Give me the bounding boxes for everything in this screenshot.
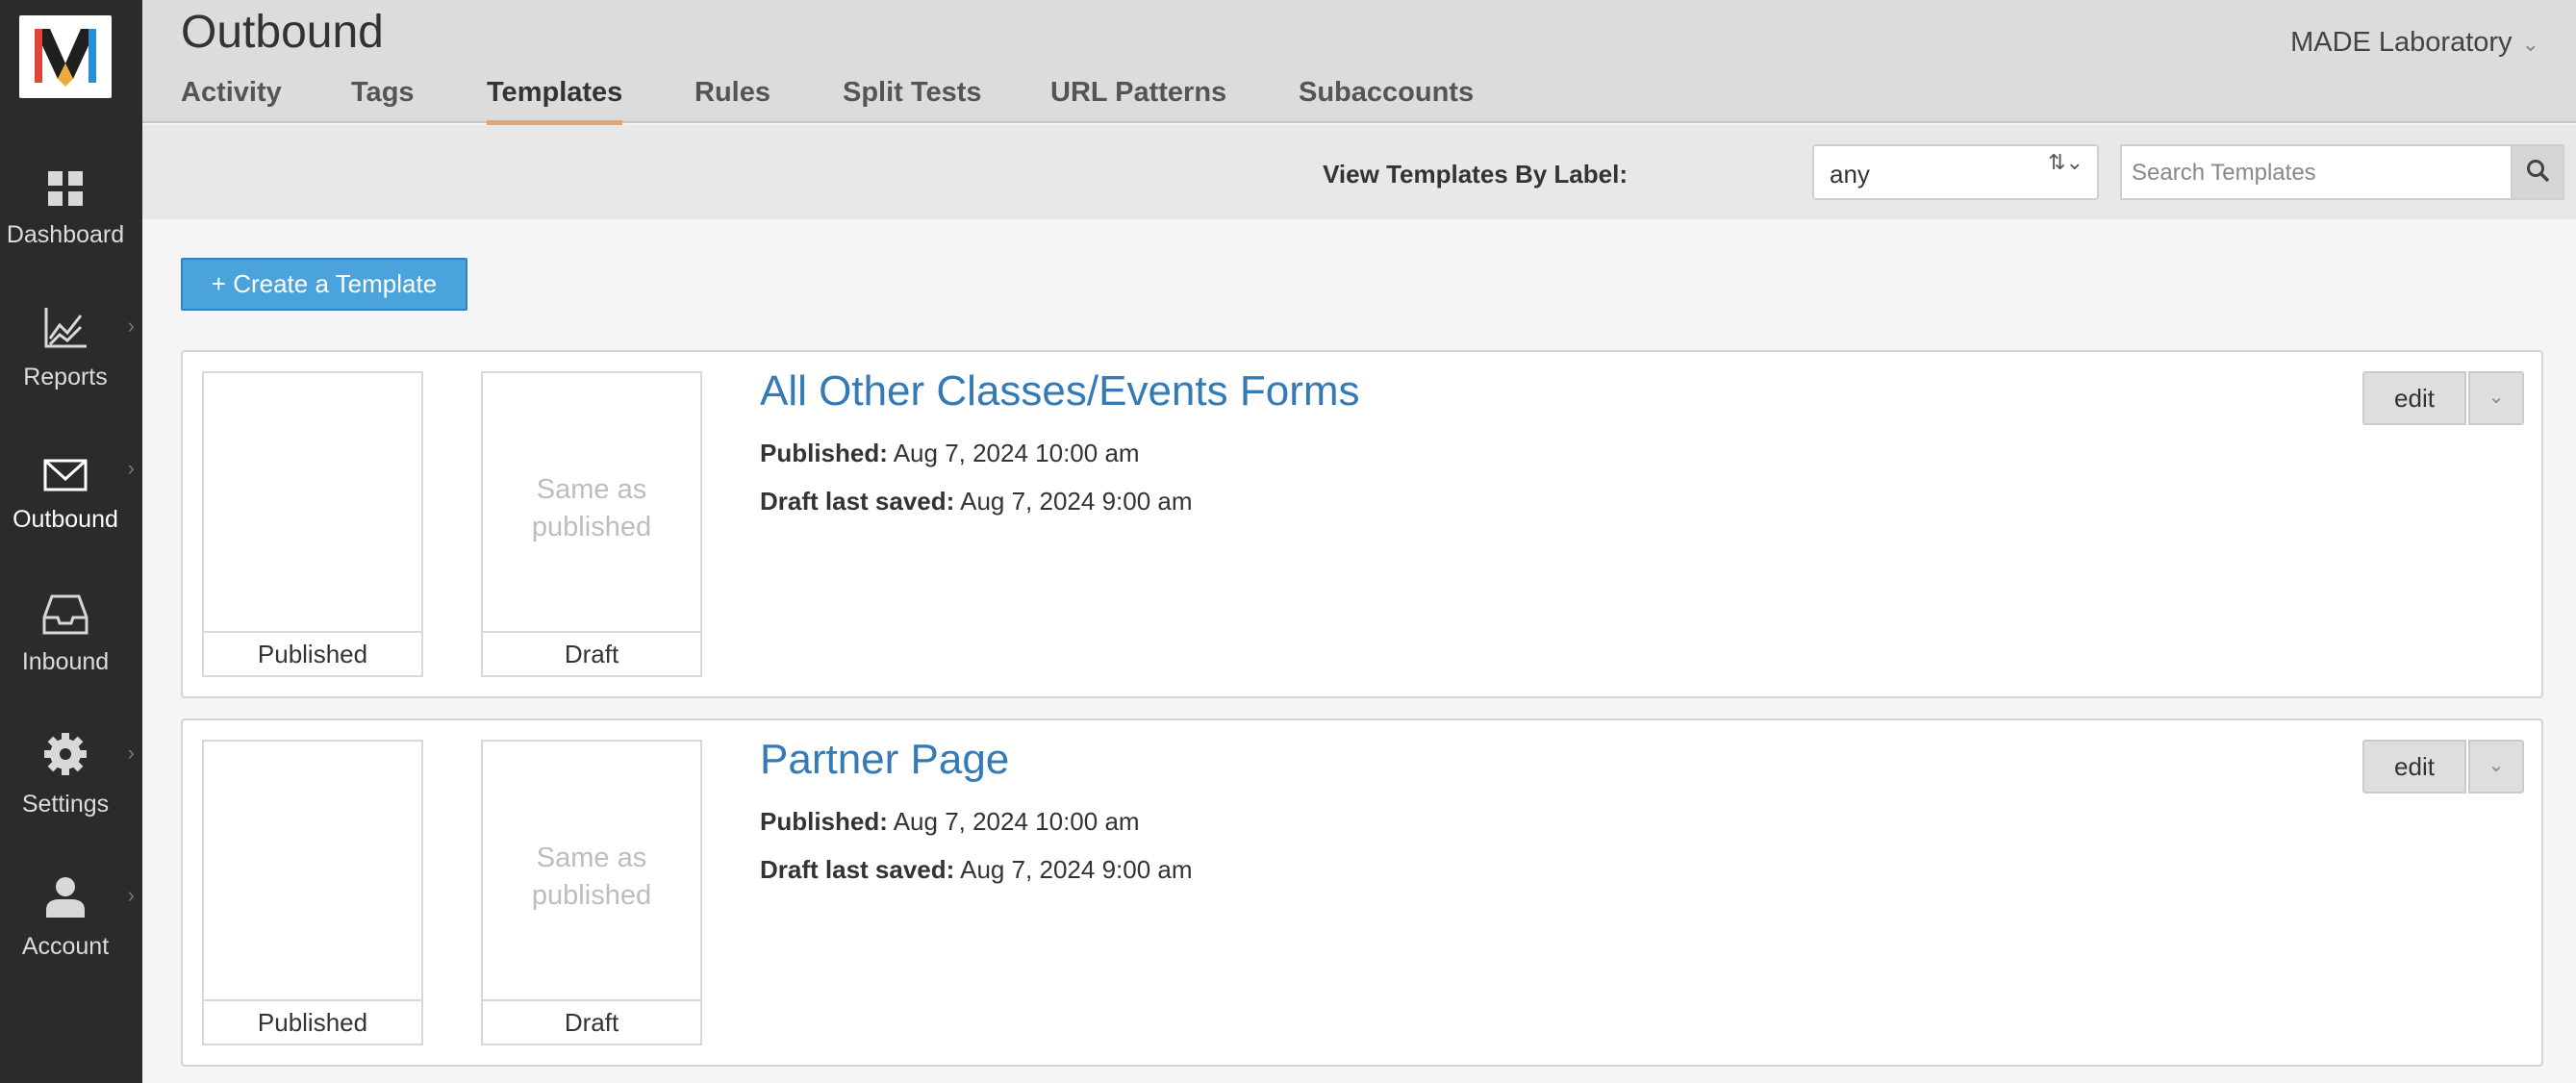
select-arrows-icon: ⇅⌄ [2048, 150, 2084, 174]
chevron-down-icon: ⌄ [2488, 387, 2505, 408]
draft-thumbnail[interactable]: Same as published Draft [481, 371, 702, 677]
sidebar: Dashboard › Reports › Outbound Inbound ›… [0, 0, 142, 1083]
reports-icon [42, 304, 88, 350]
thumbnail-caption: Draft [483, 631, 700, 675]
template-name-link[interactable]: Partner Page [760, 736, 1009, 784]
tab-subaccounts[interactable]: Subaccounts [1299, 77, 1474, 120]
template-card: Published Same as published Draft All Ot… [181, 350, 2543, 698]
search-icon [2527, 160, 2550, 183]
tab-rules[interactable]: Rules [695, 77, 770, 120]
chevron-right-icon: › [127, 314, 135, 338]
chevron-right-icon: › [127, 883, 135, 907]
search-input[interactable] [2132, 160, 2497, 187]
chevron-right-icon: › [127, 741, 135, 765]
draft-meta: Draft last saved: Aug 7, 2024 9:00 am [760, 487, 1193, 516]
published-value: Aug 7, 2024 10:00 am [893, 807, 1140, 836]
sidebar-item-label: Dashboard [6, 221, 125, 248]
sidebar-item-label: Outbound [13, 506, 118, 533]
thumbnail-caption: Draft [483, 999, 700, 1044]
search-button[interactable] [2511, 144, 2564, 200]
org-switcher[interactable]: MADE Laboratory ⌄ [2290, 27, 2539, 59]
label-filter-select[interactable]: any ⇅⌄ [1812, 144, 2099, 200]
draft-label: Draft last saved: [760, 487, 955, 516]
edit-button[interactable]: edit [2362, 371, 2466, 425]
gear-icon [42, 731, 88, 777]
sidebar-item-inbound[interactable]: Inbound [0, 569, 142, 712]
sidebar-item-dashboard[interactable]: Dashboard [0, 142, 142, 285]
mandrill-logo[interactable] [19, 15, 112, 98]
sidebar-item-label: Inbound [21, 648, 110, 675]
published-meta: Published: Aug 7, 2024 10:00 am [760, 807, 1140, 837]
tab-url-patterns[interactable]: URL Patterns [1050, 77, 1226, 120]
tab-templates[interactable]: Templates [487, 77, 623, 125]
published-label: Published: [760, 807, 888, 836]
tab-split-tests[interactable]: Split Tests [843, 77, 982, 120]
published-meta: Published: Aug 7, 2024 10:00 am [760, 439, 1140, 468]
page-header: Outbound MADE Laboratory ⌄ Activity Tags … [142, 0, 2576, 125]
sidebar-item-label: Settings [21, 791, 110, 818]
more-actions-button[interactable]: ⌄ [2468, 740, 2524, 793]
draft-meta: Draft last saved: Aug 7, 2024 9:00 am [760, 855, 1193, 885]
chevron-down-icon: ⌄ [2521, 32, 2539, 56]
sidebar-item-outbound[interactable]: › Outbound [0, 427, 142, 569]
tab-activity[interactable]: Activity [181, 77, 282, 120]
sidebar-item-label: Account [21, 933, 110, 960]
more-actions-button[interactable]: ⌄ [2468, 371, 2524, 425]
org-name: MADE Laboratory [2290, 27, 2513, 58]
tab-tags[interactable]: Tags [351, 77, 415, 120]
sidebar-item-settings[interactable]: › Settings [0, 712, 142, 854]
draft-placeholder-text: Same as published [531, 843, 652, 911]
thumbnail-caption: Published [204, 631, 421, 675]
sidebar-item-account[interactable]: › Account [0, 854, 142, 996]
label-filter-title: View Templates By Label: [1323, 160, 1628, 189]
chevron-right-icon: › [127, 456, 135, 480]
chevron-down-icon: ⌄ [2488, 755, 2505, 776]
sidebar-item-reports[interactable]: › Reports [0, 285, 142, 427]
envelope-icon [42, 452, 88, 498]
draft-thumbnail[interactable]: Same as published Draft [481, 740, 702, 1045]
filter-toolbar: View Templates By Label: any ⇅⌄ [142, 125, 2576, 219]
draft-value: Aug 7, 2024 9:00 am [960, 487, 1193, 516]
inbox-icon [42, 591, 88, 637]
draft-label: Draft last saved: [760, 855, 955, 884]
published-value: Aug 7, 2024 10:00 am [893, 439, 1140, 467]
page-title: Outbound [181, 7, 384, 58]
published-label: Published: [760, 439, 888, 467]
edit-button[interactable]: edit [2362, 740, 2466, 793]
label-filter-value: any [1830, 160, 1870, 189]
sidebar-item-label: Reports [23, 364, 108, 390]
thumbnail-caption: Published [204, 999, 421, 1044]
create-template-button[interactable]: + Create a Template [181, 258, 467, 311]
published-thumbnail[interactable]: Published [202, 371, 423, 677]
draft-value: Aug 7, 2024 9:00 am [960, 855, 1193, 884]
draft-placeholder-text: Same as published [531, 474, 652, 542]
search-templates-box[interactable] [2120, 144, 2511, 200]
template-card: Published Same as published Draft Partne… [181, 718, 2543, 1067]
dashboard-icon [42, 165, 88, 212]
template-name-link[interactable]: All Other Classes/Events Forms [760, 367, 1360, 416]
user-icon [42, 873, 88, 919]
published-thumbnail[interactable]: Published [202, 740, 423, 1045]
